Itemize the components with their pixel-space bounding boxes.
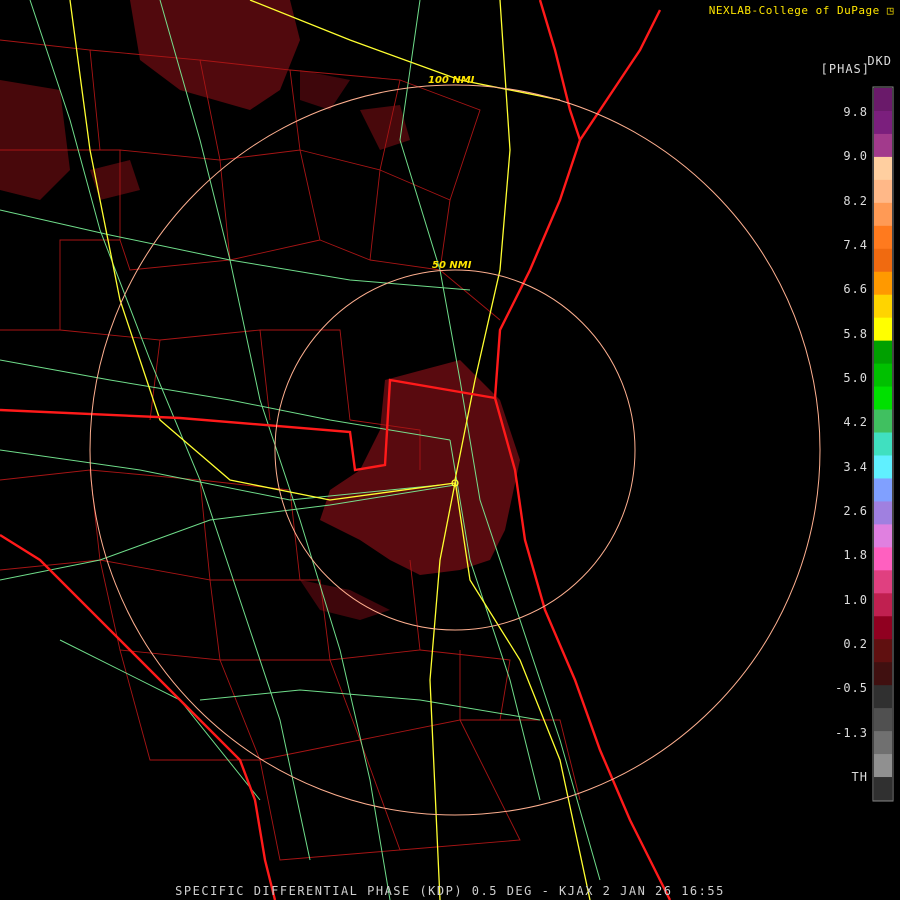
ring-label-100: 100 NMI (428, 75, 475, 86)
legend-label: 2.6 (843, 504, 868, 518)
legend-label: 8.2 (843, 193, 868, 208)
legend-swatch (874, 271, 892, 296)
legend-label: 4.2 (843, 415, 868, 430)
radar-map: 50 NMI 100 NMI (0, 0, 894, 900)
legend-title: DKD (867, 54, 892, 68)
logo-icon: ◳ (886, 4, 894, 17)
legend-swatch (874, 432, 892, 456)
legend-swatch (874, 524, 892, 548)
legend-label: 0.2 (843, 637, 868, 651)
legend-swatch (874, 547, 892, 571)
legend-swatch (874, 294, 892, 319)
legend-swatch (874, 225, 892, 250)
legend-swatch (874, 455, 892, 479)
legend-swatch (874, 386, 892, 411)
legend-swatch (874, 685, 892, 709)
legend-swatch (874, 593, 892, 617)
legend-swatch (874, 777, 892, 801)
legend-label: 1.8 (843, 548, 868, 563)
legend-swatch (874, 731, 892, 755)
legend-swatch (874, 363, 892, 388)
credit-text: NEXLAB-College of DuPage ◳ (708, 4, 894, 17)
legend-swatch (874, 754, 892, 778)
legend-swatch (874, 708, 892, 732)
ring-label-50: 50 NMI (432, 260, 472, 271)
legend-label: -1.3 (835, 725, 868, 740)
legend-swatch (874, 340, 892, 365)
legend-swatch (874, 616, 892, 640)
legend-label: 5.0 (843, 371, 868, 385)
legend-swatch (874, 501, 892, 525)
legend-label: 1.0 (843, 592, 868, 607)
legend-swatch (874, 570, 892, 594)
legend-swatch (874, 133, 892, 158)
legend-swatch (874, 110, 892, 135)
radar-echo (0, 0, 520, 620)
legend-label: 7.4 (843, 238, 868, 252)
legend-swatch (874, 317, 892, 342)
legend-color-bar (872, 86, 894, 802)
legend-label: 5.8 (843, 326, 868, 341)
legend-swatch (874, 478, 892, 502)
legend-label: 9.0 (843, 149, 868, 164)
legend-subtitle: [PHAS] (820, 62, 870, 76)
legend-swatch (874, 639, 892, 663)
legend-swatch (874, 202, 892, 227)
legend-swatch (874, 248, 892, 273)
legend-swatch (874, 88, 892, 112)
legend-label: 9.8 (843, 105, 868, 119)
legend-label: 3.4 (843, 459, 868, 474)
state-borders (0, 0, 672, 900)
legend-swatch (874, 156, 892, 181)
legend-label: TH (851, 770, 868, 784)
legend-label: 6.6 (843, 282, 868, 297)
legend-swatch (874, 662, 892, 686)
legend-label: -0.5 (835, 681, 868, 696)
footer-caption: SPECIFIC DIFFERENTIAL PHASE (KDP) 0.5 DE… (175, 884, 725, 898)
legend-swatch (874, 409, 892, 434)
legend-swatch (874, 179, 892, 204)
